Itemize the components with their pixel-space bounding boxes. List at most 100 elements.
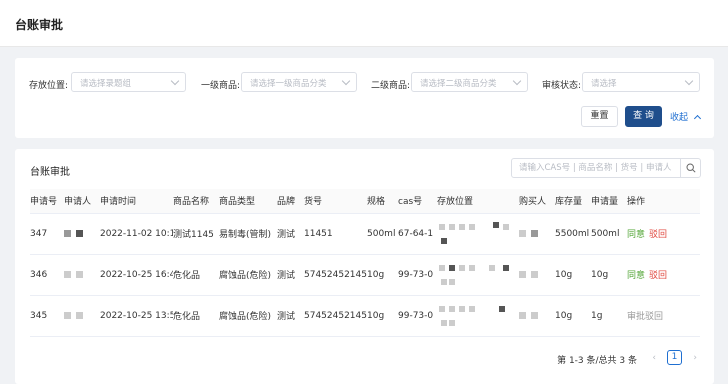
chevron-down-icon: [684, 76, 694, 86]
cell-type: 腐蚀品(危险): [219, 254, 277, 296]
table-title: 台账审批: [30, 167, 70, 178]
cell-buyer: [519, 295, 555, 337]
cell-cas: 67-64-1: [398, 213, 437, 255]
search-box: [511, 158, 701, 178]
cell-location: [437, 254, 519, 296]
filter-status-placeholder: 请选择: [591, 79, 617, 89]
cell-time: 2022-10-25 13:52: [100, 295, 173, 337]
next-page-button[interactable]: ›: [693, 353, 697, 363]
cell-id: 346: [30, 254, 64, 296]
filter-category2-select[interactable]: 请选择二级商品分类: [411, 72, 528, 92]
cell-location: [437, 213, 519, 255]
search-input[interactable]: [513, 160, 677, 176]
cell-stock: 10g: [555, 254, 591, 296]
cell-name: 危化品: [173, 254, 219, 296]
cell-type: 易制毒(管制): [219, 213, 277, 255]
pagination: 第 1-3 条/总共 3 条 ‹ 1 ›: [539, 350, 699, 366]
cell-brand: 测试: [277, 295, 304, 337]
cell-spec: 10g: [367, 254, 398, 296]
page-header: 台账审批: [0, 0, 728, 47]
collapse-toggle[interactable]: 收起: [670, 110, 702, 123]
col-header: 操作: [627, 189, 700, 214]
filter-status-select[interactable]: 请选择: [582, 72, 700, 92]
filter-category2-label: 二级商品:: [371, 81, 411, 91]
filter-category1-select[interactable]: 请选择一级商品分类: [241, 72, 357, 92]
cell-brand: 测试: [277, 254, 304, 296]
col-header: 商品类型: [219, 189, 277, 214]
col-header: 存放位置: [437, 189, 519, 214]
reject-link[interactable]: 驳回: [649, 230, 667, 240]
chevron-up-icon: [693, 114, 702, 123]
search-icon: [686, 163, 696, 173]
cell-brand: 测试: [277, 213, 304, 255]
pagination-summary: 第 1-3 条/总共 3 条: [557, 356, 637, 366]
filter-category1-placeholder: 请选择一级商品分类: [250, 79, 327, 89]
cell-sku: 574524521452: [304, 295, 367, 337]
col-header: 申请时间: [100, 189, 173, 214]
col-header: 申请号: [30, 189, 64, 214]
cell-stock: 10g: [555, 295, 591, 337]
chevron-down-icon: [512, 76, 522, 86]
cell-applicant: [64, 213, 100, 255]
cell-actions: 同意 驳回: [627, 213, 700, 255]
cell-actions: 审批驳回: [627, 295, 700, 337]
filter-panel: 存放位置: 请选择录题组 一级商品: 请选择一级商品分类 二级商品: 请选择二级…: [15, 58, 714, 138]
cell-id: 347: [30, 213, 64, 255]
query-button[interactable]: 查 询: [625, 106, 662, 127]
table-panel: 台账审批 申请号 申请人 申请时间 商品名称 商品类型 品牌 货号 规格 cas…: [15, 149, 714, 384]
reset-button[interactable]: 重置: [581, 106, 618, 127]
cell-time: 2022-10-25 16:44: [100, 254, 173, 296]
filter-status-label: 审核状态:: [542, 81, 582, 91]
approve-link[interactable]: 同意: [627, 230, 645, 240]
col-header: 库存量: [555, 189, 591, 214]
cell-spec: 500ml: [367, 213, 398, 255]
cell-cas: 99-73-0: [398, 295, 437, 337]
cell-sku: 11451: [304, 213, 367, 255]
cell-name: 危化品: [173, 295, 219, 337]
cell-location: [437, 295, 519, 337]
cell-qty: 1g: [591, 295, 627, 337]
filter-location-label: 存放位置:: [29, 81, 69, 91]
table-row: 345 2022-10-25 13:52 危化品 腐蚀品(危险) 测试 5745…: [30, 295, 700, 337]
cell-id: 345: [30, 295, 64, 337]
cell-spec: 10g: [367, 295, 398, 337]
cell-qty: 10g: [591, 254, 627, 296]
prev-page-button[interactable]: ‹: [652, 353, 656, 363]
col-header: 申请人: [64, 189, 100, 214]
chevron-down-icon: [170, 76, 180, 86]
cell-type: 腐蚀品(危险): [219, 295, 277, 337]
reject-link[interactable]: 驳回: [649, 271, 667, 281]
page-1-button[interactable]: 1: [667, 350, 682, 365]
cell-applicant: [64, 295, 100, 337]
approval-table: 申请号 申请人 申请时间 商品名称 商品类型 品牌 货号 规格 cas号 存放位…: [30, 189, 700, 337]
col-header: 货号: [304, 189, 367, 214]
col-header: 品牌: [277, 189, 304, 214]
cell-cas: 99-73-0: [398, 254, 437, 296]
rejected-status: 审批驳回: [627, 312, 664, 322]
chevron-down-icon: [341, 76, 351, 86]
filter-category2-placeholder: 请选择二级商品分类: [420, 79, 497, 89]
cell-time: 2022-11-02 10:15: [100, 213, 173, 255]
col-header: 申请量: [591, 189, 627, 214]
cell-actions: 同意 驳回: [627, 254, 700, 296]
cell-stock: 5500ml: [555, 213, 591, 255]
table-header-row: 申请号 申请人 申请时间 商品名称 商品类型 品牌 货号 规格 cas号 存放位…: [30, 189, 700, 214]
cell-buyer: [519, 254, 555, 296]
page-title: 台账审批: [15, 18, 64, 32]
cell-qty: 500ml: [591, 213, 627, 255]
cell-name: 测试1145: [173, 213, 219, 255]
table-row: 347 2022-11-02 10:15 测试1145 易制毒(管制) 测试 1…: [30, 213, 700, 255]
collapse-label: 收起: [670, 113, 689, 123]
cell-sku: 574524521452: [304, 254, 367, 296]
filter-category1-label: 一级商品:: [201, 81, 241, 91]
col-header: cas号: [398, 189, 437, 214]
search-button[interactable]: [680, 159, 700, 177]
col-header: 商品名称: [173, 189, 219, 214]
col-header: 规格: [367, 189, 398, 214]
cell-buyer: [519, 213, 555, 255]
cell-applicant: [64, 254, 100, 296]
filter-location-placeholder: 请选择录题组: [80, 79, 132, 89]
approve-link[interactable]: 同意: [627, 271, 645, 281]
filter-location-select[interactable]: 请选择录题组: [71, 72, 186, 92]
col-header: 购买人: [519, 189, 555, 214]
